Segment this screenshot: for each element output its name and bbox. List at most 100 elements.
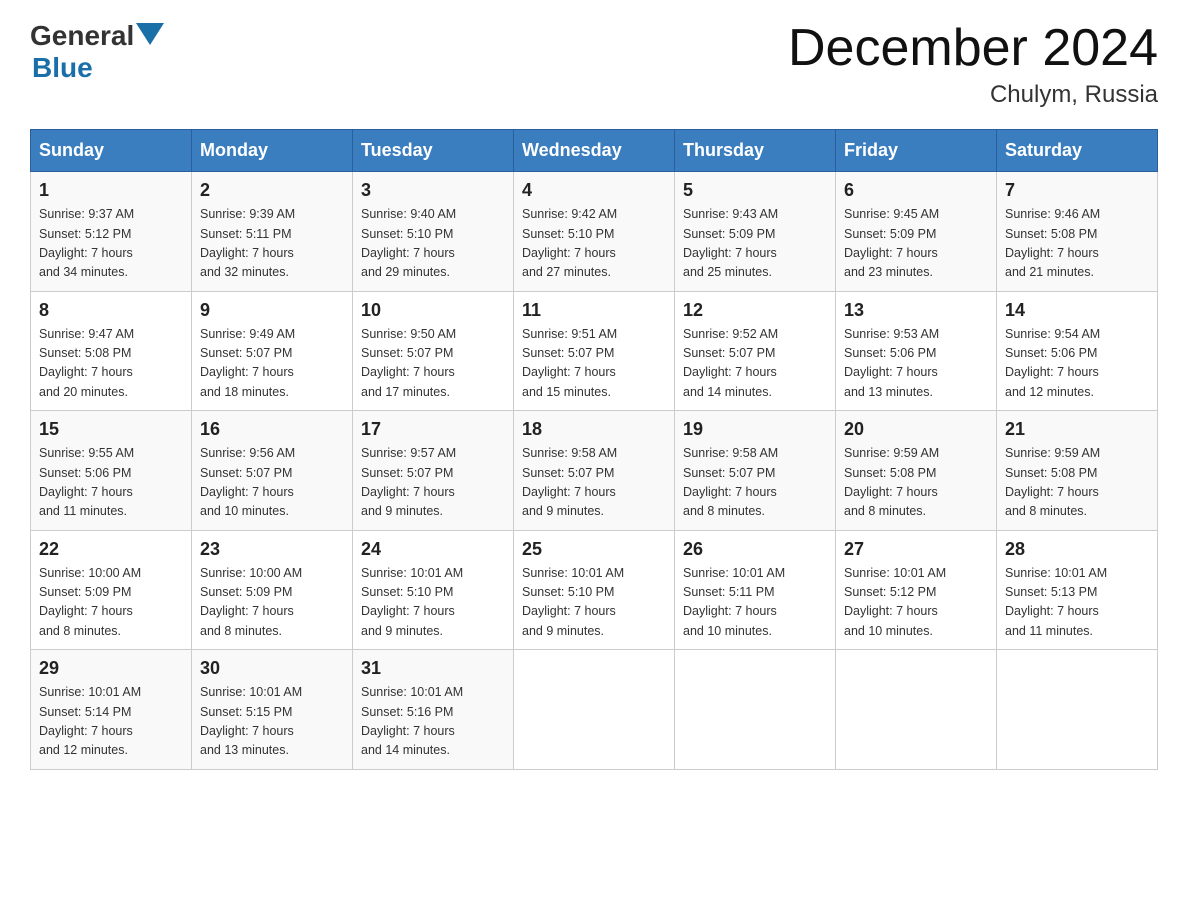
day-number: 4 (522, 180, 666, 201)
day-info: Sunrise: 10:01 AMSunset: 5:10 PMDaylight… (361, 564, 505, 642)
day-number: 20 (844, 419, 988, 440)
day-number: 8 (39, 300, 183, 321)
calendar-cell: 8 Sunrise: 9:47 AMSunset: 5:08 PMDaylight… (31, 291, 192, 411)
page-header: General Blue December 2024 Chulym, Russi… (30, 20, 1158, 109)
day-number: 1 (39, 180, 183, 201)
calendar-cell: 15Sunrise: 9:55 AMSunset: 5:06 PMDayligh… (31, 411, 192, 531)
day-number: 13 (844, 300, 988, 321)
day-number: 10 (361, 300, 505, 321)
calendar-cell: 11Sunrise: 9:51 AMSunset: 5:07 PMDayligh… (514, 291, 675, 411)
calendar-table: Sunday Monday Tuesday Wednesday Thursday… (30, 129, 1158, 770)
day-info: Sunrise: 9:40 AMSunset: 5:10 PMDaylight:… (361, 205, 505, 283)
col-friday: Friday (836, 130, 997, 172)
calendar-cell (675, 650, 836, 770)
day-number: 3 (361, 180, 505, 201)
calendar-cell: 21 Sunrise: 9:59 AMSunset: 5:08 PMDayligh… (997, 411, 1158, 531)
calendar-cell: 7Sunrise: 9:46 AMSunset: 5:08 PMDaylight… (997, 172, 1158, 292)
day-info: Sunrise: 10:01 AMSunset: 5:10 PMDaylight… (522, 564, 666, 642)
calendar-cell: 9 Sunrise: 9:49 AMSunset: 5:07 PMDaylight… (192, 291, 353, 411)
day-number: 16 (200, 419, 344, 440)
calendar-cell: 26Sunrise: 10:01 AMSunset: 5:11 PMDaylig… (675, 530, 836, 650)
day-info: Sunrise: 9:58 AMSunset: 5:07 PMDaylight:… (683, 444, 827, 522)
calendar-cell: 28 Sunrise: 10:01 AMSunset: 5:13 PMDaylig… (997, 530, 1158, 650)
calendar-cell: 4Sunrise: 9:42 AMSunset: 5:10 PMDaylight… (514, 172, 675, 292)
logo: General Blue (30, 20, 164, 84)
calendar-cell: 27 Sunrise: 10:01 AMSunset: 5:12 PMDaylig… (836, 530, 997, 650)
day-number: 29 (39, 658, 183, 679)
day-info: Sunrise: 9:53 AMSunset: 5:06 PMDaylight:… (844, 325, 988, 403)
day-info: Sunrise: 10:01 AMSunset: 5:13 PMDaylight… (1005, 564, 1149, 642)
day-info: Sunrise: 9:58 AMSunset: 5:07 PMDaylight:… (522, 444, 666, 522)
day-info: Sunrise: 10:01 AMSunset: 5:15 PMDaylight… (200, 683, 344, 761)
calendar-cell (836, 650, 997, 770)
day-number: 18 (522, 419, 666, 440)
day-number: 2 (200, 180, 344, 201)
day-number: 30 (200, 658, 344, 679)
calendar-cell: 6 Sunrise: 9:45 AMSunset: 5:09 PMDaylight… (836, 172, 997, 292)
calendar-week-row: 15Sunrise: 9:55 AMSunset: 5:06 PMDayligh… (31, 411, 1158, 531)
col-wednesday: Wednesday (514, 130, 675, 172)
day-info: Sunrise: 9:47 AMSunset: 5:08 PMDaylight:… (39, 325, 183, 403)
logo-triangle-icon (136, 23, 164, 45)
calendar-cell: 16Sunrise: 9:56 AMSunset: 5:07 PMDayligh… (192, 411, 353, 531)
calendar-cell: 13 Sunrise: 9:53 AMSunset: 5:06 PMDayligh… (836, 291, 997, 411)
day-number: 12 (683, 300, 827, 321)
day-info: Sunrise: 9:39 AMSunset: 5:11 PMDaylight:… (200, 205, 344, 283)
day-number: 25 (522, 539, 666, 560)
day-info: Sunrise: 9:45 AMSunset: 5:09 PMDaylight:… (844, 205, 988, 283)
title-block: December 2024 Chulym, Russia (788, 20, 1158, 109)
calendar-week-row: 1 Sunrise: 9:37 AMSunset: 5:12 PMDaylight… (31, 172, 1158, 292)
day-info: Sunrise: 9:59 AMSunset: 5:08 PMDaylight:… (844, 444, 988, 522)
day-info: Sunrise: 9:50 AMSunset: 5:07 PMDaylight:… (361, 325, 505, 403)
day-number: 5 (683, 180, 827, 201)
calendar-cell: 10 Sunrise: 9:50 AMSunset: 5:07 PMDayligh… (353, 291, 514, 411)
day-number: 21 (1005, 419, 1149, 440)
calendar-cell: 17 Sunrise: 9:57 AMSunset: 5:07 PMDayligh… (353, 411, 514, 531)
day-number: 19 (683, 419, 827, 440)
day-number: 27 (844, 539, 988, 560)
calendar-cell: 12 Sunrise: 9:52 AMSunset: 5:07 PMDayligh… (675, 291, 836, 411)
day-info: Sunrise: 9:57 AMSunset: 5:07 PMDaylight:… (361, 444, 505, 522)
day-info: Sunrise: 10:01 AMSunset: 5:12 PMDaylight… (844, 564, 988, 642)
calendar-cell: 22Sunrise: 10:00 AMSunset: 5:09 PMDaylig… (31, 530, 192, 650)
day-number: 24 (361, 539, 505, 560)
day-number: 17 (361, 419, 505, 440)
day-number: 22 (39, 539, 183, 560)
day-info: Sunrise: 9:43 AMSunset: 5:09 PMDaylight:… (683, 205, 827, 283)
day-number: 9 (200, 300, 344, 321)
calendar-cell (997, 650, 1158, 770)
day-info: Sunrise: 10:01 AMSunset: 5:11 PMDaylight… (683, 564, 827, 642)
calendar-cell: 18 Sunrise: 9:58 AMSunset: 5:07 PMDayligh… (514, 411, 675, 531)
calendar-cell: 19 Sunrise: 9:58 AMSunset: 5:07 PMDayligh… (675, 411, 836, 531)
calendar-week-row: 22 Sunrise: 10:00 AMSunset: 5:09 PMDaylig… (31, 530, 1158, 650)
logo-blue-text: Blue (32, 52, 93, 83)
day-info: Sunrise: 9:55 AMSunset: 5:06 PMDaylight:… (39, 444, 183, 522)
calendar-cell: 2 Sunrise: 9:39 AMSunset: 5:11 PMDaylight… (192, 172, 353, 292)
calendar-week-row: 8 Sunrise: 9:47 AMSunset: 5:08 PMDaylight… (31, 291, 1158, 411)
day-info: Sunrise: 9:54 AMSunset: 5:06 PMDaylight:… (1005, 325, 1149, 403)
day-info: Sunrise: 9:59 AMSunset: 5:08 PMDaylight:… (1005, 444, 1149, 522)
day-number: 31 (361, 658, 505, 679)
calendar-cell: 3 Sunrise: 9:40 AMSunset: 5:10 PMDaylight… (353, 172, 514, 292)
calendar-cell: 1 Sunrise: 9:37 AMSunset: 5:12 PMDaylight… (31, 172, 192, 292)
calendar-cell: 14Sunrise: 9:54 AMSunset: 5:06 PMDayligh… (997, 291, 1158, 411)
day-info: Sunrise: 9:52 AMSunset: 5:07 PMDaylight:… (683, 325, 827, 403)
calendar-cell (514, 650, 675, 770)
day-info: Sunrise: 9:37 AMSunset: 5:12 PMDaylight:… (39, 205, 183, 283)
day-number: 23 (200, 539, 344, 560)
day-number: 6 (844, 180, 988, 201)
calendar-header-row: Sunday Monday Tuesday Wednesday Thursday… (31, 130, 1158, 172)
calendar-week-row: 29 Sunrise: 10:01 AMSunset: 5:14 PMDaylig… (31, 650, 1158, 770)
col-monday: Monday (192, 130, 353, 172)
calendar-cell: 31Sunrise: 10:01 AMSunset: 5:16 PMDaylig… (353, 650, 514, 770)
day-number: 28 (1005, 539, 1149, 560)
calendar-cell: 20 Sunrise: 9:59 AMSunset: 5:08 PMDayligh… (836, 411, 997, 531)
calendar-cell: 30 Sunrise: 10:01 AMSunset: 5:15 PMDaylig… (192, 650, 353, 770)
day-info: Sunrise: 9:49 AMSunset: 5:07 PMDaylight:… (200, 325, 344, 403)
day-info: Sunrise: 10:00 AMSunset: 5:09 PMDaylight… (200, 564, 344, 642)
logo-general-text: General (30, 20, 134, 52)
day-info: Sunrise: 10:01 AMSunset: 5:14 PMDaylight… (39, 683, 183, 761)
calendar-cell: 24 Sunrise: 10:01 AMSunset: 5:10 PMDaylig… (353, 530, 514, 650)
subtitle: Chulym, Russia (788, 81, 1158, 109)
calendar-cell: 23 Sunrise: 10:00 AMSunset: 5:09 PMDaylig… (192, 530, 353, 650)
